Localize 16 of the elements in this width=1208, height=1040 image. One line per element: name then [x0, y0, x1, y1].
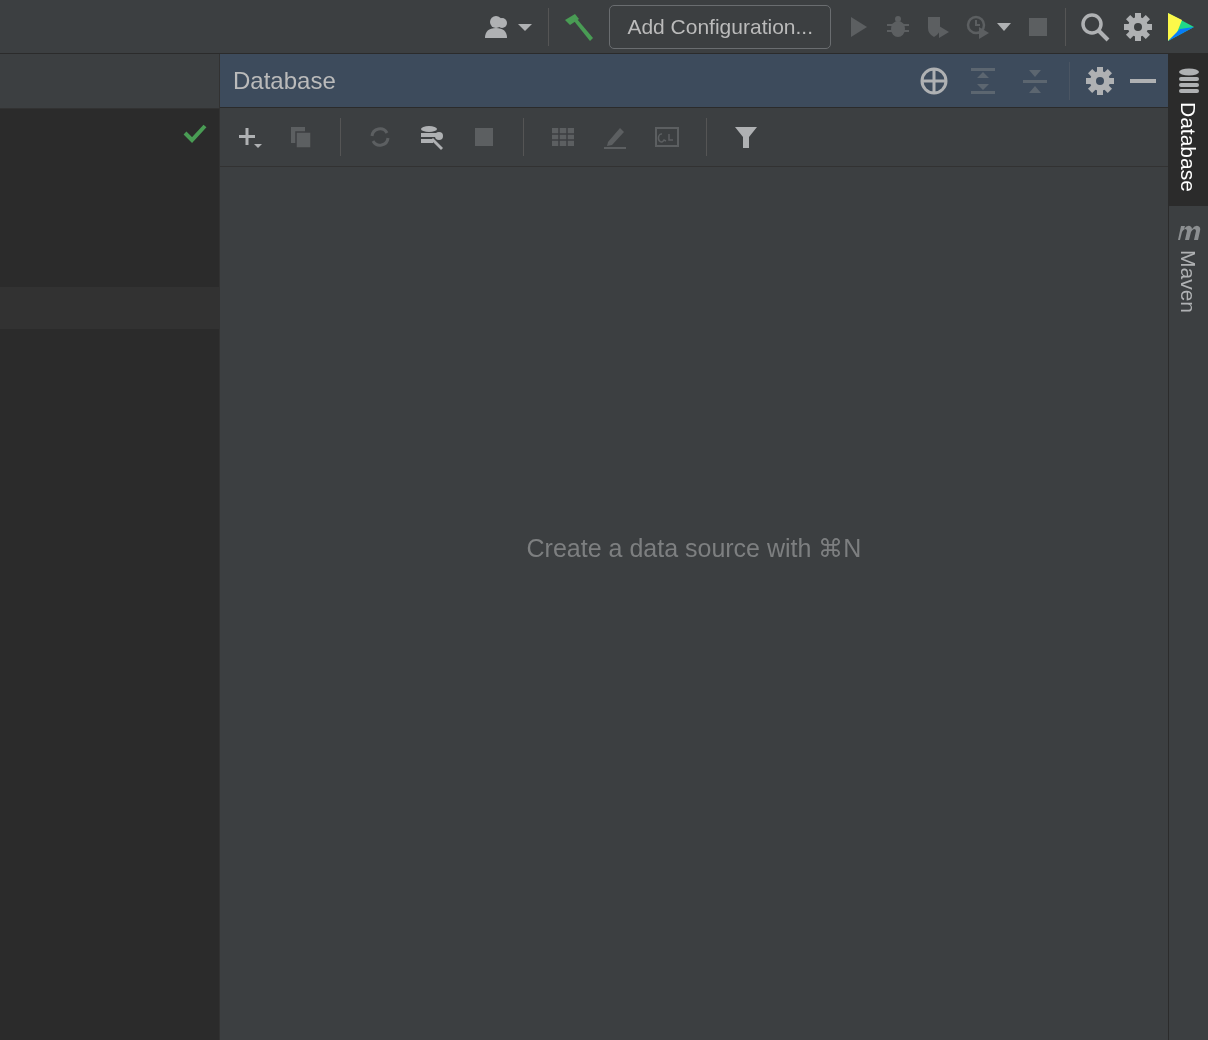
checkmark-icon	[183, 123, 207, 143]
hammer-icon[interactable]	[563, 11, 596, 42]
caret-icon[interactable]	[997, 22, 1011, 31]
database-wrench-icon[interactable]	[419, 124, 445, 150]
crosshair-icon[interactable]	[919, 65, 949, 96]
database-icon	[1177, 68, 1200, 94]
add-configuration-button[interactable]: Add Configuration...	[609, 4, 831, 49]
search-icon[interactable]	[1080, 11, 1110, 42]
side-tab[interactable]: Database	[1169, 54, 1208, 206]
side-tab[interactable]: Maven	[1169, 205, 1208, 327]
empty-state-text: Create a data source with ⌘N	[526, 532, 862, 564]
filter-icon[interactable]	[733, 124, 759, 150]
panel-title: Database	[233, 65, 337, 96]
logo-icon[interactable]	[1166, 10, 1196, 43]
minimize-icon[interactable]	[1130, 78, 1156, 83]
users-dropdown-icon[interactable]	[482, 13, 535, 40]
